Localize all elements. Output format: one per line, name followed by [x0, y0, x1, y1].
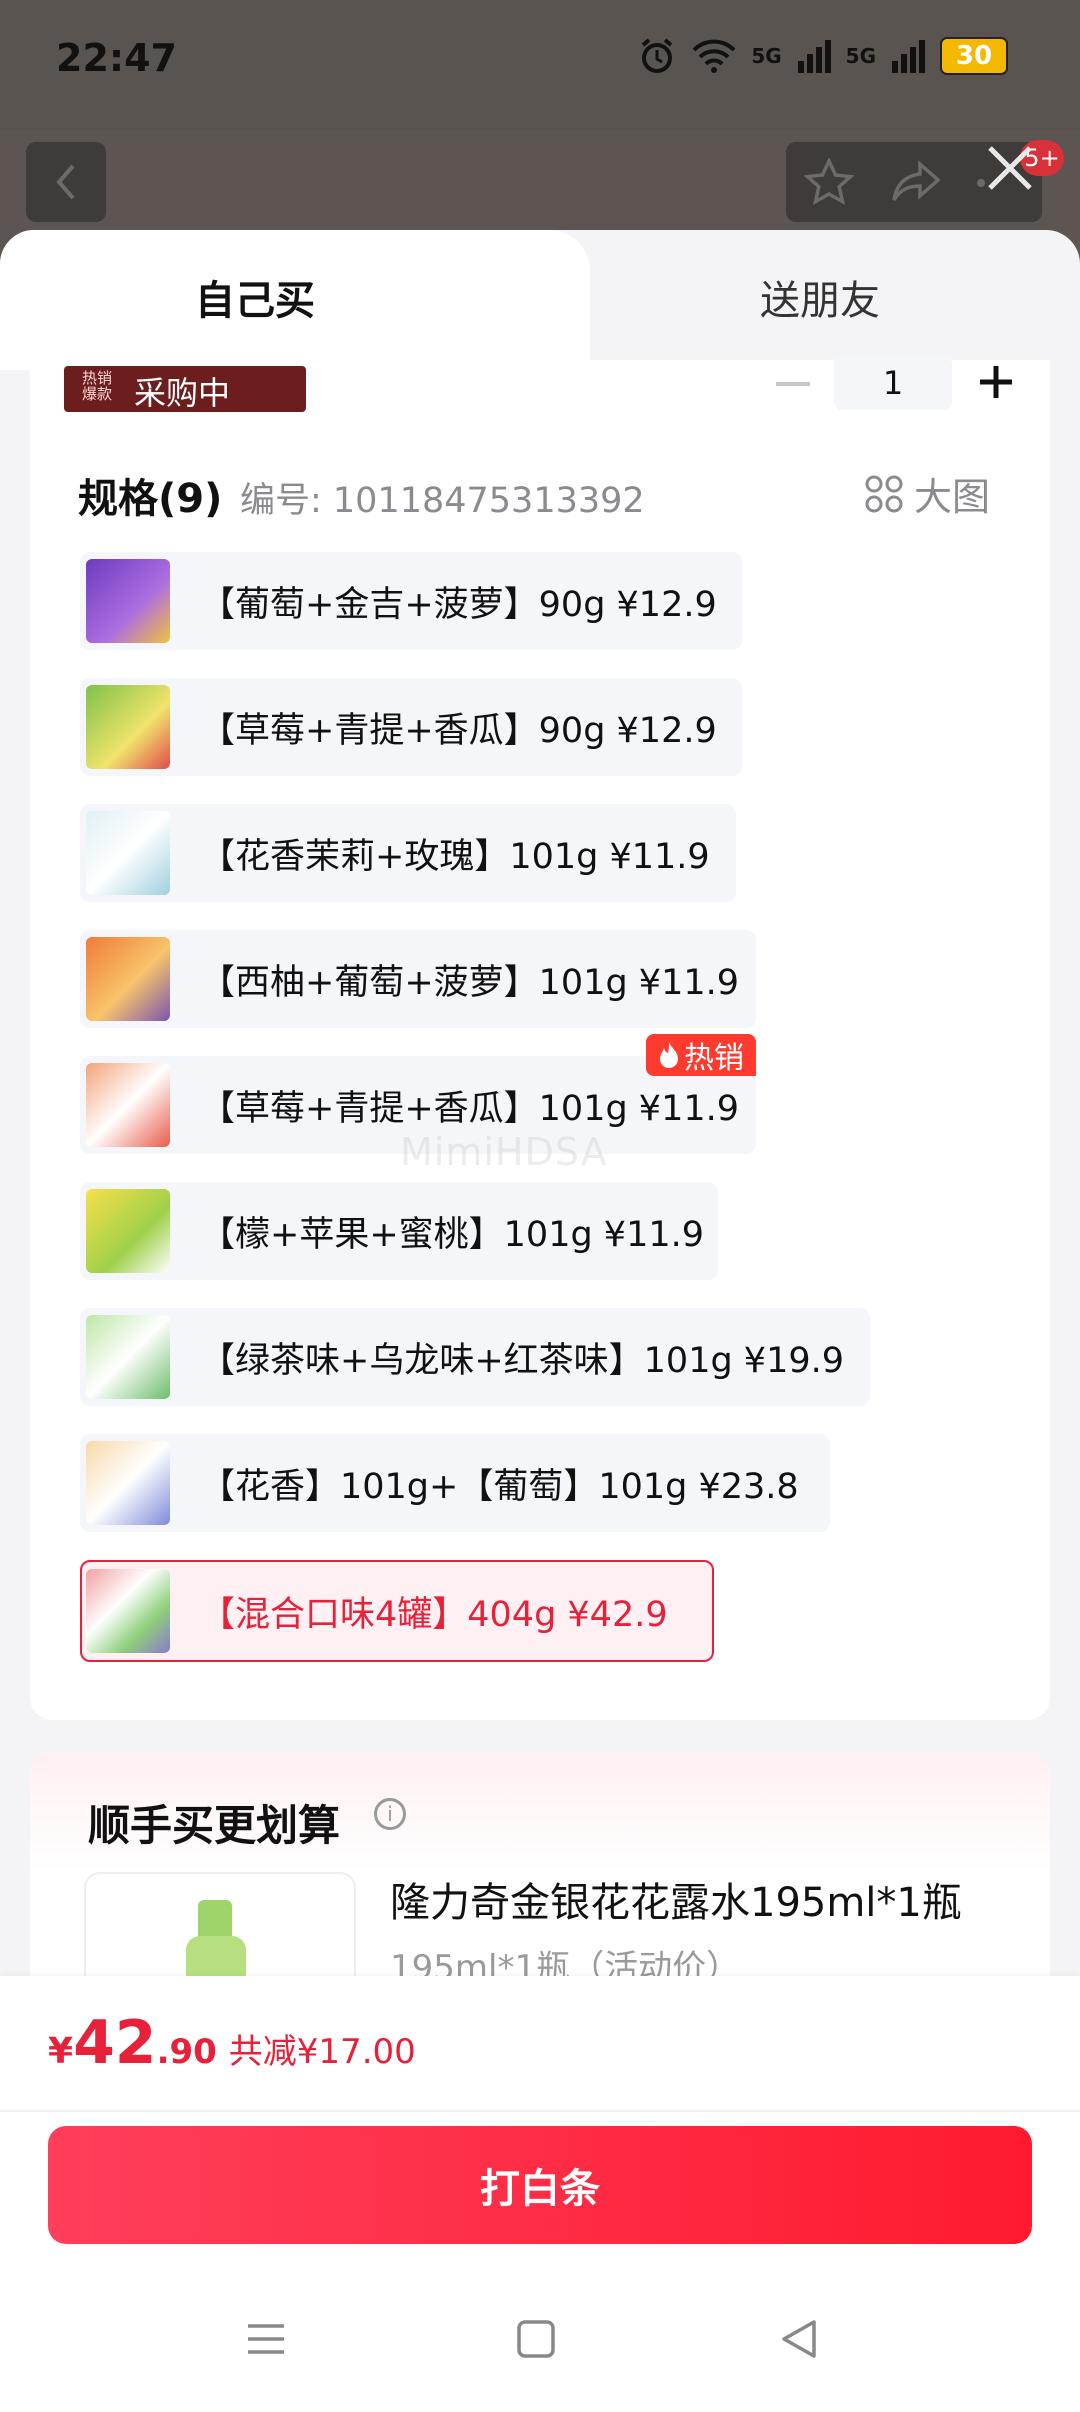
option-image	[86, 1441, 170, 1525]
option-label: 【绿茶味+乌龙味+红茶味】101g ¥19.9	[200, 1340, 844, 1381]
wifi-icon	[692, 39, 736, 73]
big-image-label: 大图	[914, 475, 991, 519]
option-image	[86, 1569, 170, 1653]
option-label: 【檬+苹果+蜜桃】101g ¥11.9	[200, 1214, 704, 1255]
option-image	[86, 811, 170, 895]
spec-option[interactable]: 【花香】101g+【葡萄】101g ¥23.8	[80, 1434, 830, 1532]
battery-icon: 30	[940, 37, 1008, 75]
option-label: 【花香茉莉+玫瑰】101g ¥11.9	[200, 836, 710, 877]
option-image	[86, 1063, 170, 1147]
product-code: 编号: 10118475313392	[240, 481, 645, 521]
buy-now-button[interactable]: 打白条	[48, 2126, 1032, 2244]
signal-5g-label: 5G	[751, 44, 782, 68]
watermark: MimiHDSA	[400, 1130, 608, 1174]
addon-product-name[interactable]: 隆力奇金银花花露水195ml*1瓶	[390, 1870, 962, 1928]
quantity-decrease-button[interactable]	[776, 382, 810, 386]
status-time: 22:47	[56, 36, 177, 80]
status-icons: 5G 5G 30	[637, 36, 1008, 76]
divider	[0, 2110, 1080, 2112]
menu-icon[interactable]	[236, 2314, 296, 2364]
option-label: 【草莓+青提+香瓜】101g ¥11.9	[200, 1088, 739, 1129]
star-icon[interactable]	[804, 158, 854, 206]
share-icon[interactable]	[890, 158, 942, 206]
back-nav-icon[interactable]	[770, 2314, 830, 2364]
fire-icon	[660, 1042, 678, 1068]
total-price: ¥ 42 .90 共减¥17.00	[48, 2008, 416, 2078]
signal-5g-label-2: 5G	[845, 44, 876, 68]
info-icon[interactable]: i	[374, 1798, 406, 1830]
home-icon[interactable]	[506, 2314, 566, 2364]
tab-gift-friend[interactable]: 送朋友	[560, 268, 1080, 326]
quantity-input[interactable]: 1	[834, 356, 952, 410]
close-icon[interactable]	[982, 140, 1038, 196]
price-integer: 42	[73, 2008, 157, 2078]
option-image	[86, 937, 170, 1021]
option-label: 【西柚+葡萄+菠萝】101g ¥11.9	[200, 962, 739, 1003]
thumbnail-tag: 热销 爆款	[82, 369, 113, 403]
option-image	[86, 1189, 170, 1273]
option-label: 【花香】101g+【葡萄】101g ¥23.8	[200, 1466, 799, 1507]
tab-buy-self[interactable]: 自己买	[0, 268, 510, 326]
addon-title: 顺手买更划算	[88, 1801, 341, 1850]
option-image	[86, 559, 170, 643]
spec-option-selected[interactable]: 【混合口味4罐】404g ¥42.9	[80, 1560, 714, 1662]
hot-sale-badge: 热销	[646, 1034, 756, 1076]
spec-option[interactable]: 【西柚+葡萄+菠萝】101g ¥11.9	[80, 930, 756, 1028]
spec-option[interactable]: 【草莓+青提+香瓜】90g ¥12.9	[80, 678, 742, 776]
thumbnail-title: 采购中	[134, 374, 231, 412]
option-image	[86, 685, 170, 769]
option-label: 【混合口味4罐】404g ¥42.9	[200, 1594, 668, 1635]
spec-option[interactable]: 【葡萄+金吉+菠萝】90g ¥12.9	[80, 552, 742, 650]
discount-text: 共减¥17.00	[228, 2032, 416, 2072]
alarm-icon	[642, 38, 673, 73]
spec-option[interactable]: 【花香茉莉+玫瑰】101g ¥11.9	[80, 804, 736, 902]
big-image-button[interactable]: 大图	[864, 466, 990, 521]
chevron-left-icon	[56, 164, 75, 200]
spec-title: 规格(9)	[78, 476, 223, 522]
back-button[interactable]	[26, 142, 106, 222]
signal-icon-2	[892, 40, 925, 73]
signal-icon	[797, 40, 831, 73]
option-label: 【草莓+青提+香瓜】90g ¥12.9	[200, 710, 717, 751]
price-decimal: .90	[156, 2032, 217, 2072]
price-currency: ¥	[48, 2031, 74, 2072]
spec-option[interactable]: 【檬+苹果+蜜桃】101g ¥11.9	[80, 1182, 718, 1280]
hot-sale-label: 热销	[684, 1041, 744, 1076]
option-label: 【葡萄+金吉+菠萝】90g ¥12.9	[200, 584, 717, 625]
spec-option[interactable]: 【绿茶味+乌龙味+红茶味】101g ¥19.9	[80, 1308, 870, 1406]
grid-icon	[865, 475, 903, 512]
quantity-increase-button[interactable]	[976, 362, 1016, 402]
option-image	[86, 1315, 170, 1399]
product-thumbnail: 热销 爆款 采购中	[64, 366, 306, 412]
